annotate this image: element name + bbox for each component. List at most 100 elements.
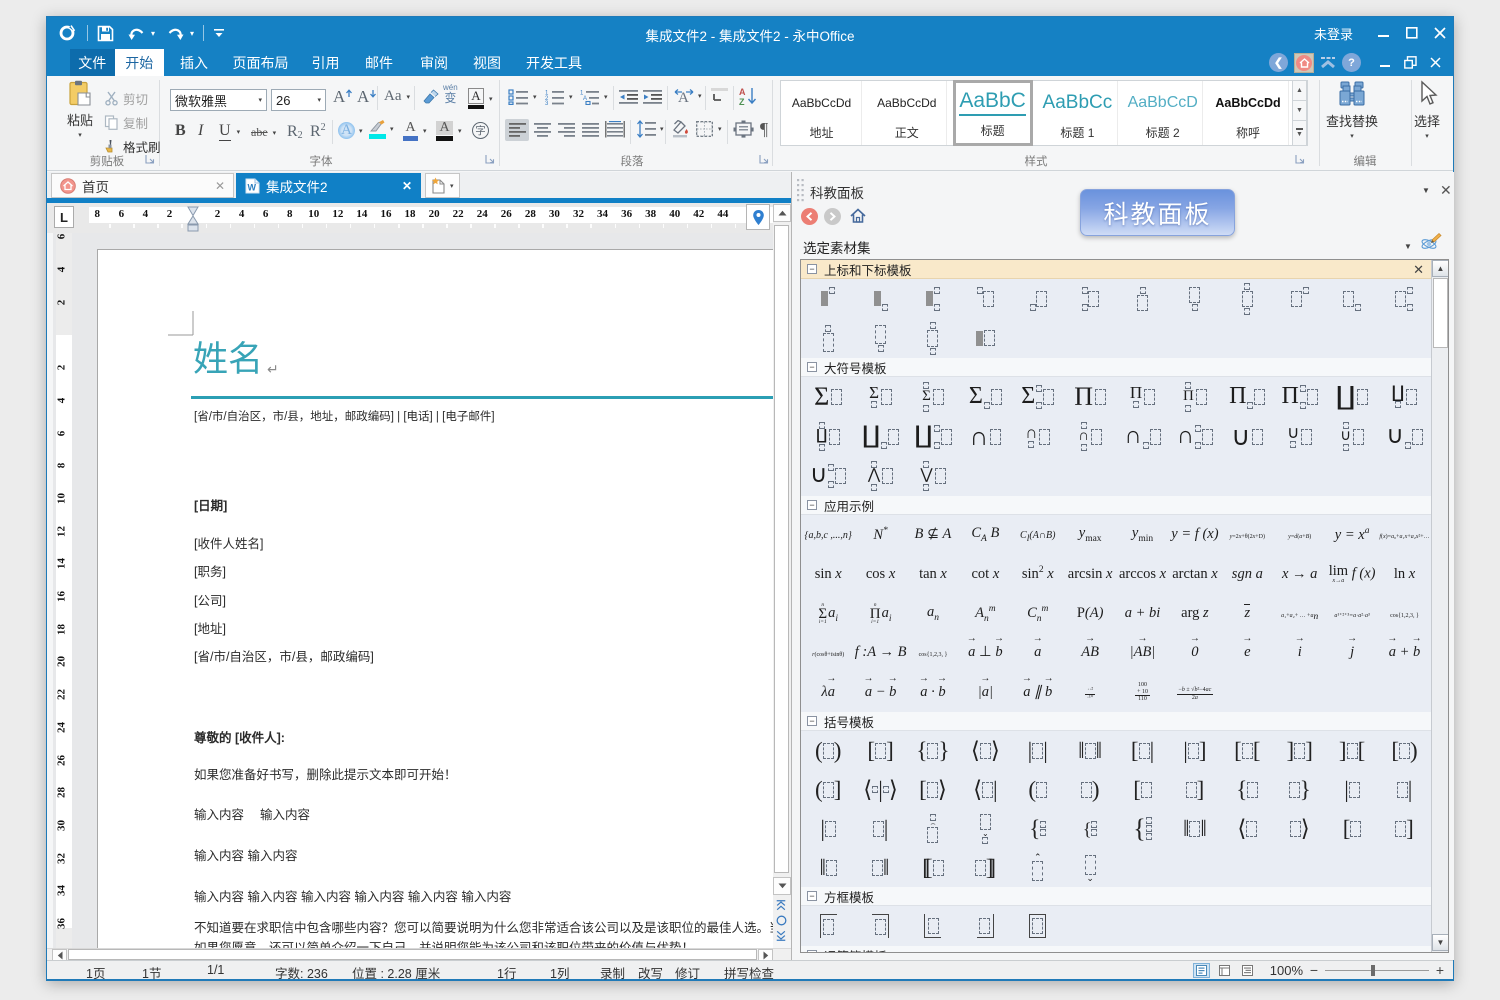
template-item[interactable]: |a|: [959, 673, 1011, 712]
menu-tab-3[interactable]: 页面布局: [224, 49, 297, 76]
template-item[interactable]: ∪: [1326, 417, 1378, 457]
multilevel-list-icon[interactable]: 1A▾: [579, 89, 608, 105]
template-item[interactable]: ∪: [1274, 417, 1326, 457]
template-item[interactable]: [802, 319, 854, 359]
template-item[interactable]: 100+ 10110: [1116, 673, 1168, 712]
template-item[interactable]: ∐: [802, 417, 854, 457]
template-item[interactable]: [[: [1221, 731, 1273, 770]
template-item[interactable]: (): [802, 731, 854, 770]
style-scroll-down-icon[interactable]: ▼: [1292, 100, 1307, 121]
template-item[interactable]: [1378, 279, 1430, 319]
template-item[interactable]: ‖‖: [1169, 809, 1221, 848]
template-item[interactable]: [1274, 279, 1326, 319]
template-item[interactable]: |: [1378, 770, 1430, 809]
template-item[interactable]: [1064, 279, 1116, 319]
template-item[interactable]: [907, 906, 959, 946]
justify-button[interactable]: [582, 123, 599, 137]
template-item[interactable]: (]: [802, 770, 854, 809]
superscript-button[interactable]: R2: [310, 122, 326, 141]
template-item[interactable]: Anm: [959, 594, 1011, 633]
template-item[interactable]: Π: [1116, 377, 1168, 417]
collapse-section-icon[interactable]: −: [807, 264, 817, 274]
template-item[interactable]: ∩: [1116, 417, 1168, 457]
font-color-icon[interactable]: A▾: [403, 121, 427, 141]
template-item[interactable]: AB: [1064, 633, 1116, 672]
doc-line[interactable]: 输入内容 输入内容 输入内容 输入内容 输入内容 输入内容: [194, 889, 511, 905]
template-item[interactable]: [854, 319, 906, 359]
prev-page-icon[interactable]: [775, 899, 787, 911]
section-header[interactable]: −括号模板: [801, 712, 1448, 731]
template-item[interactable]: 0: [1169, 633, 1221, 672]
menu-tab-2[interactable]: 插入: [164, 49, 224, 76]
font-size-combo[interactable]: 26▾: [271, 89, 326, 111]
shrink-font-button[interactable]: A: [357, 87, 377, 107]
menu-tab-1[interactable]: 开始: [115, 49, 165, 76]
template-item[interactable]: nΠi=1ai: [854, 594, 906, 633]
template-item[interactable]: an: [907, 594, 959, 633]
vertical-scrollbar[interactable]: [773, 204, 791, 940]
template-item[interactable]: ][: [1326, 731, 1378, 770]
align-center-button[interactable]: [534, 123, 551, 137]
clipboard-dialog-launcher-icon[interactable]: [145, 154, 155, 164]
style-card-标题 1[interactable]: AaBbCc标题 1: [1038, 81, 1118, 145]
template-item[interactable]: y=d(a+B): [1274, 515, 1326, 554]
template-item[interactable]: Σ: [802, 377, 854, 417]
document-page[interactable]: 姓名 ↵ [省/市/自治区，市/县，地址，邮政编码] | [电话] | [电子邮…: [97, 249, 773, 948]
template-item[interactable]: Cnm: [1012, 594, 1064, 633]
template-item[interactable]: [907, 279, 959, 319]
zoom-slider[interactable]: [1325, 963, 1429, 978]
panel-forward-icon[interactable]: [824, 208, 841, 225]
home-mode-button[interactable]: [1294, 53, 1314, 73]
template-item[interactable]: ): [1064, 770, 1116, 809]
template-item[interactable]: z: [1221, 594, 1273, 633]
menu-tab-file[interactable]: 文件: [70, 49, 115, 76]
template-item[interactable]: [⟩: [907, 770, 959, 809]
template-item[interactable]: |: [854, 809, 906, 848]
collapse-section-icon[interactable]: −: [807, 716, 817, 726]
template-item[interactable]: ∪: [1378, 417, 1430, 457]
template-item[interactable]: ]]: [959, 848, 1011, 887]
template-item[interactable]: {: [1116, 809, 1168, 848]
template-item[interactable]: [1116, 279, 1168, 319]
template-item[interactable]: {: [1064, 809, 1116, 848]
template-item[interactable]: ∩: [1169, 417, 1221, 457]
template-item[interactable]: P(A): [1064, 594, 1116, 633]
section-header[interactable]: −上标和下标模板✕: [801, 260, 1448, 279]
text-direction-icon[interactable]: A▾: [673, 87, 702, 105]
indent-markers[interactable]: [187, 206, 199, 232]
next-page-icon[interactable]: [775, 930, 787, 942]
template-item[interactable]: ··²·¹⁰: [1064, 673, 1116, 712]
template-item[interactable]: sgn a: [1221, 554, 1273, 593]
template-item[interactable]: sin2 x: [1012, 554, 1064, 593]
styles-dialog-launcher-icon[interactable]: [1295, 154, 1305, 164]
doc-restore-icon[interactable]: [1402, 55, 1418, 71]
template-item[interactable]: a + b: [1378, 633, 1430, 672]
template-item[interactable]: ∪: [802, 456, 854, 496]
panel-back-icon[interactable]: [801, 208, 818, 225]
section-header[interactable]: −大符号模板: [801, 358, 1448, 377]
template-item[interactable]: Π: [1221, 377, 1273, 417]
template-item[interactable]: ⟨|⟩: [854, 770, 906, 809]
sort-icon[interactable]: AZ: [739, 86, 759, 106]
template-item[interactable]: }: [1274, 770, 1326, 809]
borders-icon[interactable]: ▾: [696, 121, 722, 137]
template-item[interactable]: Σ: [959, 377, 1011, 417]
italic-button[interactable]: I: [198, 122, 203, 140]
distribute-button[interactable]: [605, 121, 625, 138]
template-item[interactable]: ∐: [1326, 377, 1378, 417]
template-item[interactable]: Σ: [1012, 377, 1064, 417]
template-item[interactable]: f :A → B: [854, 633, 906, 672]
template-item[interactable]: ∐: [1378, 377, 1430, 417]
template-item[interactable]: ⌄: [959, 809, 1011, 848]
back-nav-icon[interactable]: ❮: [1269, 53, 1288, 72]
scroll-down-icon[interactable]: [773, 877, 791, 895]
maximize-icon[interactable]: [1399, 22, 1425, 44]
template-item[interactable]: a − b: [854, 673, 906, 712]
template-item[interactable]: |: [1326, 770, 1378, 809]
template-item[interactable]: ‖: [854, 848, 906, 887]
cut-button[interactable]: 剪切: [104, 89, 148, 108]
doc-line[interactable]: 如果您愿意，还可以简单介绍一下自己，并说明您能为该公司和该职位带来的价值与优势！: [194, 940, 694, 948]
status-item[interactable]: 拼写检查: [724, 963, 774, 982]
template-item[interactable]: [1012, 279, 1064, 319]
collapse-section-icon[interactable]: −: [807, 500, 817, 510]
